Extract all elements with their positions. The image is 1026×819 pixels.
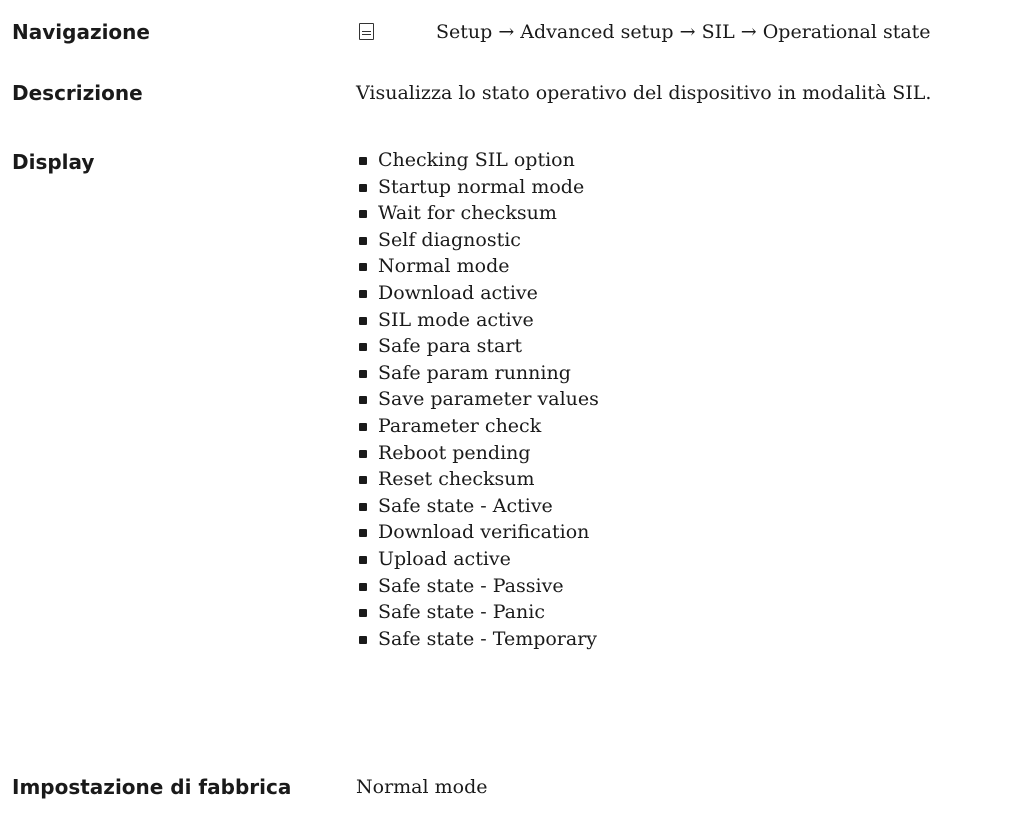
list-item: Safe state - Panic	[359, 599, 599, 626]
bullet-icon	[359, 582, 367, 591]
list-item: Download active	[359, 280, 599, 307]
list-item: Wait for checksum	[359, 200, 599, 227]
list-item-label: Reset checksum	[378, 468, 535, 491]
display-label: Display	[12, 150, 95, 174]
navigation-label: Navigazione	[12, 20, 150, 44]
list-item-label: Safe para start	[378, 335, 523, 358]
list-item-label: Safe param running	[378, 361, 571, 384]
bullet-icon	[359, 369, 367, 378]
list-item: Startup normal mode	[359, 174, 599, 201]
list-item-label: Safe state - Passive	[378, 574, 564, 597]
bullet-icon	[359, 396, 367, 405]
bullet-icon	[359, 236, 367, 245]
bullet-icon	[359, 449, 367, 458]
list-item: Safe state - Active	[359, 493, 599, 520]
list-item-label: Wait for checksum	[378, 202, 557, 225]
list-item-label: Startup normal mode	[378, 175, 585, 198]
list-item-label: Normal mode	[378, 255, 510, 278]
bullet-icon	[359, 183, 367, 192]
list-item-label: Download verification	[378, 521, 590, 544]
list-item-label: SIL mode active	[378, 308, 534, 331]
list-item: Safe state - Passive	[359, 573, 599, 600]
list-item-label: Safe state - Active	[378, 494, 553, 517]
bullet-icon	[359, 343, 367, 352]
bullet-icon	[359, 635, 367, 644]
bullet-icon	[359, 555, 367, 564]
list-item-label: Safe state - Panic	[378, 601, 545, 624]
bullet-icon	[359, 316, 367, 325]
list-item: Upload active	[359, 546, 599, 573]
navigation-value: Setup → Advanced setup → SIL → Operation…	[359, 20, 931, 44]
list-item: Normal mode	[359, 253, 599, 280]
list-item: Download verification	[359, 519, 599, 546]
list-item: Save parameter values	[359, 386, 599, 413]
factory-setting-label: Impostazione di fabbrica	[12, 775, 292, 799]
list-item: Checking SIL option	[359, 147, 599, 174]
bullet-icon	[359, 289, 367, 298]
bullet-icon	[359, 476, 367, 485]
bullet-icon	[359, 502, 367, 511]
bullet-icon	[359, 529, 367, 538]
list-item-label: Upload active	[378, 547, 511, 570]
list-item: SIL mode active	[359, 307, 599, 334]
factory-setting-value: Normal mode	[356, 776, 488, 798]
bullet-icon	[359, 210, 367, 219]
bullet-icon	[359, 609, 367, 618]
display-options-list: Checking SIL option Startup normal mode Wa…	[359, 147, 599, 652]
description-text: Visualizza lo stato operativo del dispos…	[356, 82, 932, 104]
list-item-label: Parameter check	[378, 414, 542, 437]
description-label: Descrizione	[12, 81, 143, 105]
bullet-icon	[359, 263, 367, 272]
menu-list-icon	[359, 23, 374, 40]
list-item-label: Safe state - Temporary	[378, 627, 598, 650]
list-item-label: Save parameter values	[378, 388, 599, 411]
list-item: Reboot pending	[359, 440, 599, 467]
bullet-icon	[359, 422, 367, 431]
list-item: Reset checksum	[359, 466, 599, 493]
list-item: Safe param running	[359, 360, 599, 387]
bullet-icon	[359, 157, 367, 165]
navigation-path: Setup → Advanced setup → SIL → Operation…	[436, 21, 931, 43]
list-item: Parameter check	[359, 413, 599, 440]
list-item-label: Reboot pending	[378, 441, 531, 464]
list-item-label: Checking SIL option	[378, 149, 575, 171]
list-item: Self diagnostic	[359, 227, 599, 254]
list-item-label: Self diagnostic	[378, 228, 521, 251]
list-item-label: Download active	[378, 281, 538, 304]
list-item: Safe para start	[359, 333, 599, 360]
list-item: Safe state - Temporary	[359, 626, 599, 653]
